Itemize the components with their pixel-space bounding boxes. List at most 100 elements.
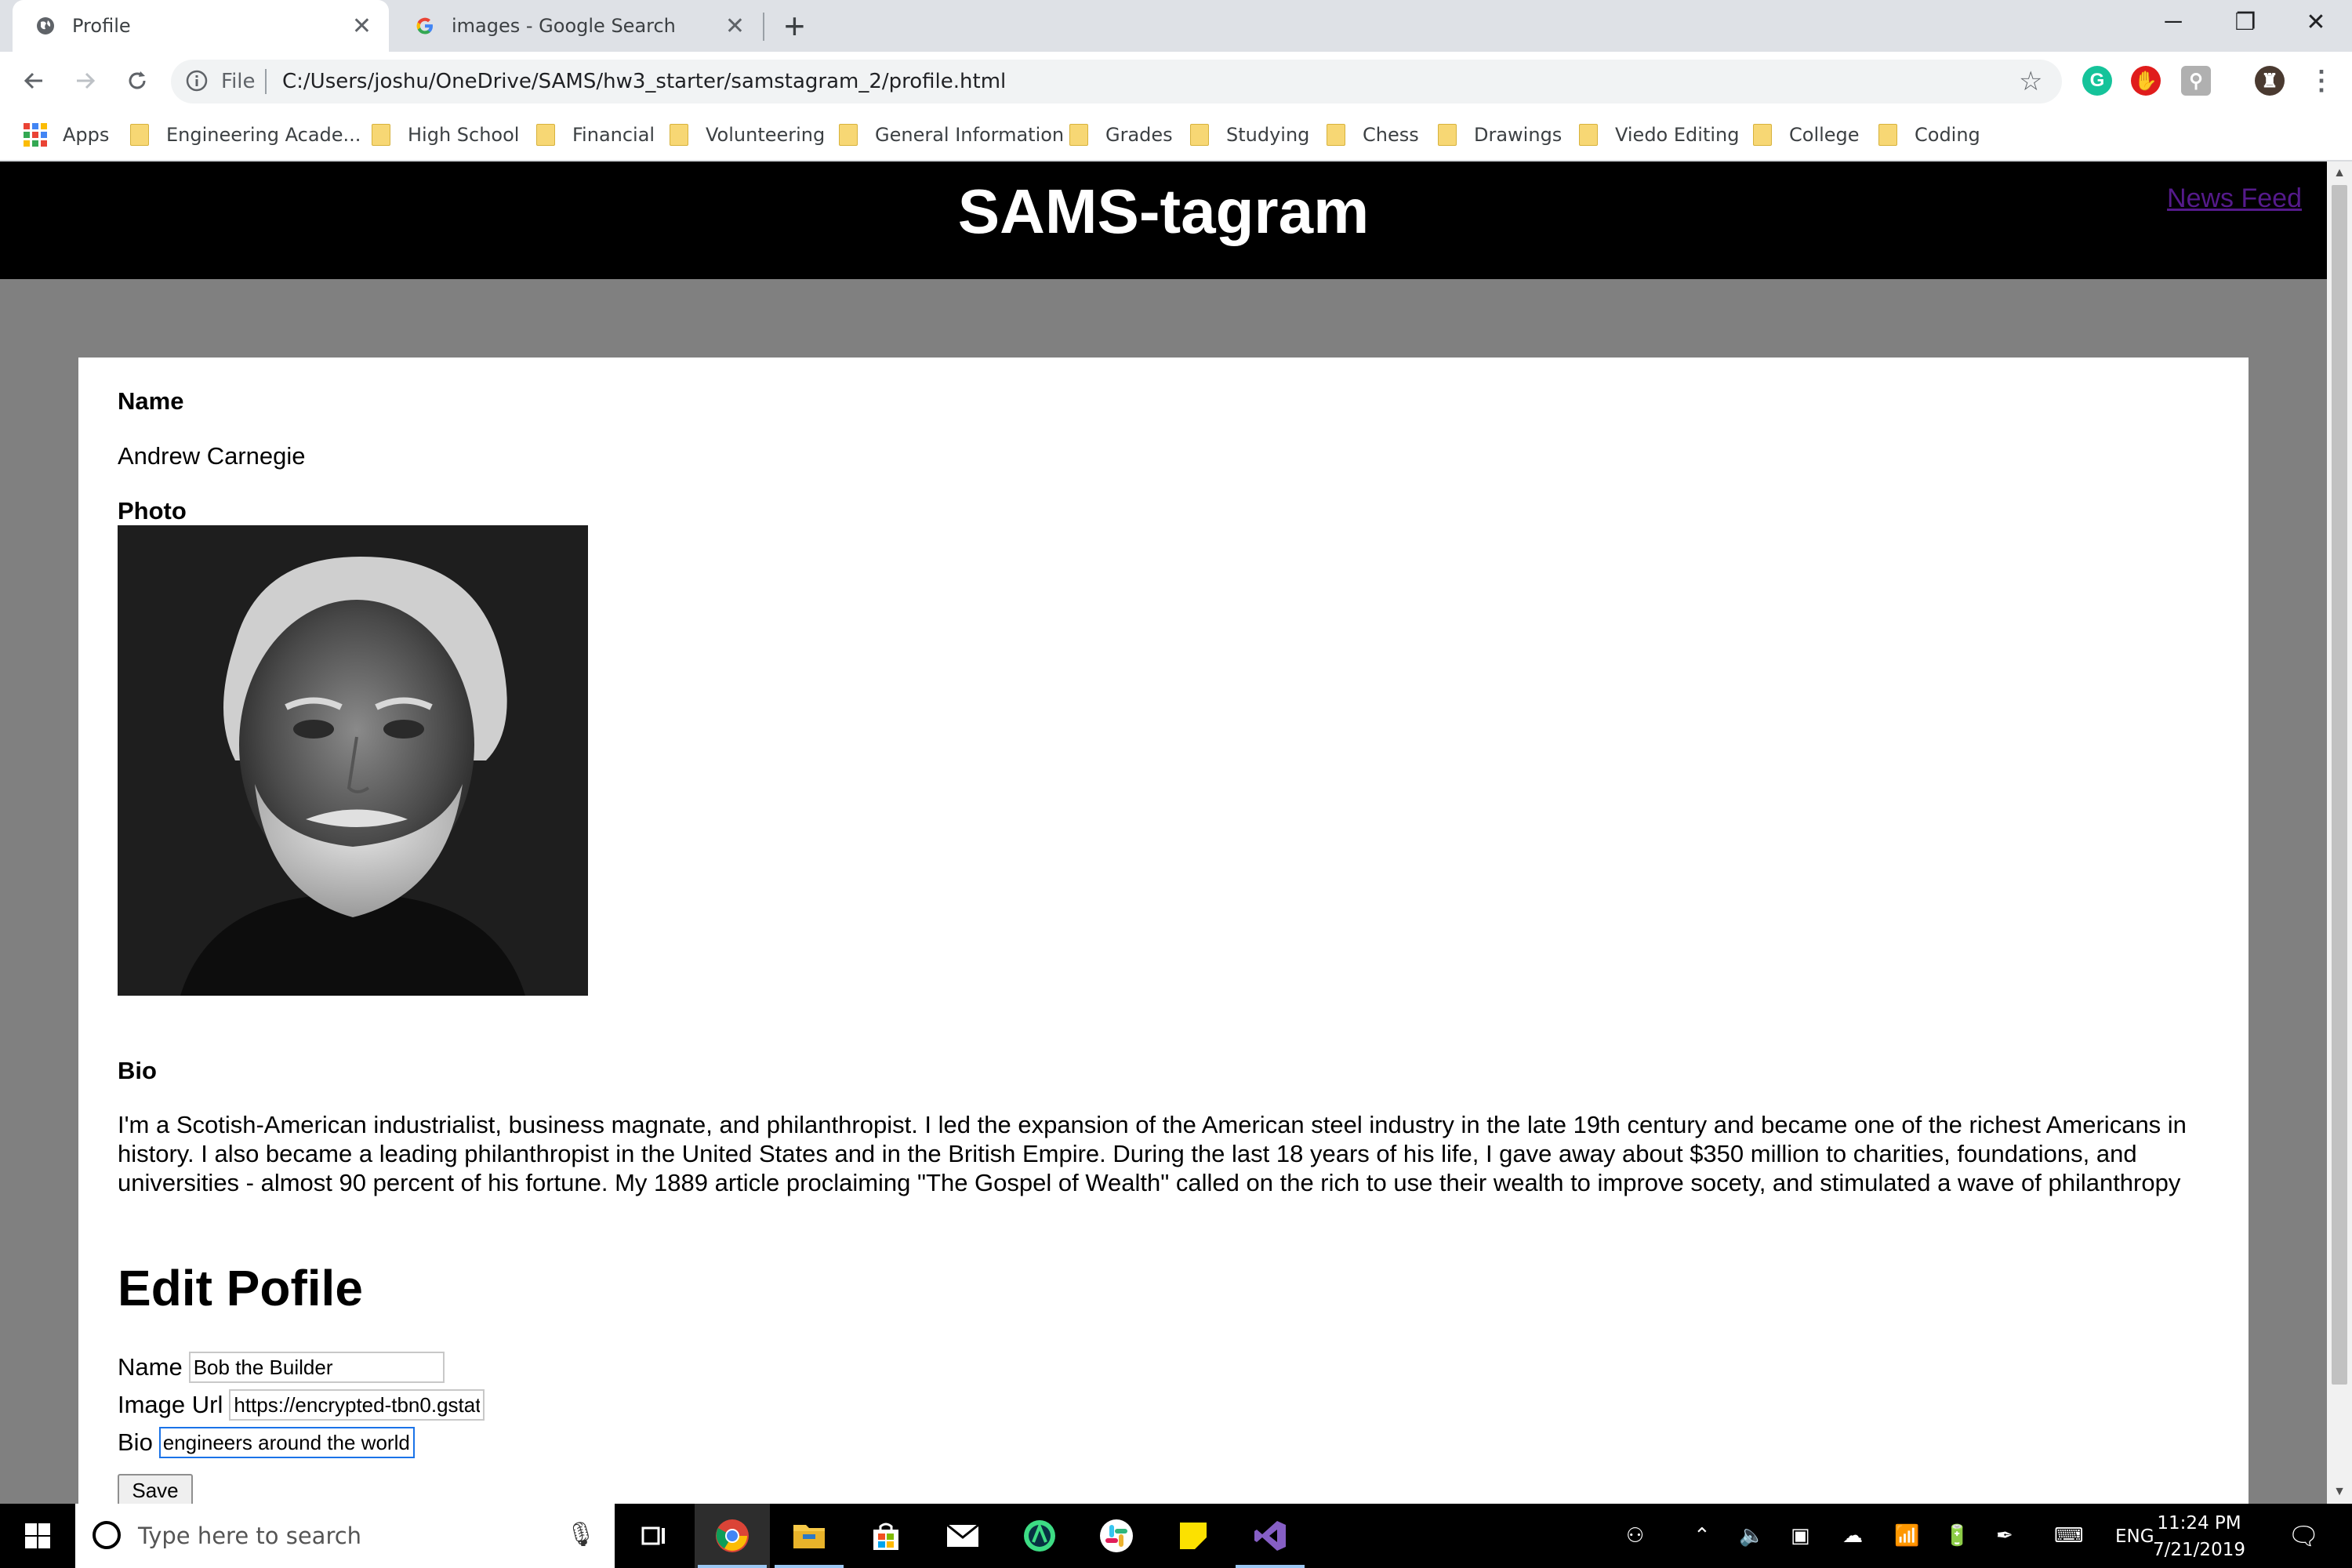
- profile-name: Andrew Carnegie: [118, 442, 306, 470]
- bookmark-folder[interactable]: General Information: [839, 110, 1064, 160]
- chrome-taskbar-icon[interactable]: [695, 1504, 770, 1568]
- active-app-indicator: [698, 1565, 767, 1568]
- system-clock[interactable]: 11:24 PM 7/21/2019: [2148, 1510, 2250, 1563]
- file-explorer-icon[interactable]: [771, 1504, 847, 1568]
- forward-arrow-icon[interactable]: [66, 61, 105, 100]
- bookmark-label: Chess: [1363, 124, 1419, 146]
- bookmark-folder[interactable]: Coding: [1878, 110, 1980, 160]
- sticky-notes-icon[interactable]: [1156, 1504, 1231, 1568]
- scrollbar-thumb[interactable]: [2332, 185, 2347, 1385]
- page-scrollbar[interactable]: ▲ ▼: [2327, 162, 2352, 1504]
- site-title: SAMS-tagram: [957, 176, 1370, 246]
- tab-google-search[interactable]: images - Google Search ✕: [392, 0, 762, 52]
- address-bar[interactable]: File C:/Users/joshu/OneDrive/SAMS/hw3_st…: [171, 60, 2062, 103]
- reload-icon[interactable]: [118, 61, 157, 100]
- bookmark-label: Drawings: [1474, 124, 1563, 146]
- restore-icon[interactable]: ❐: [2209, 0, 2281, 44]
- taskbar-search-box[interactable]: Type here to search 🎙: [75, 1504, 615, 1568]
- address-separator: [265, 69, 267, 94]
- touch-keyboard-icon[interactable]: ⌨: [2054, 1524, 2084, 1548]
- scroll-up-arrow-icon[interactable]: ▲: [2327, 166, 2352, 180]
- tab-title: Profile: [72, 15, 131, 37]
- close-window-icon[interactable]: ✕: [2280, 0, 2352, 44]
- slack-icon[interactable]: [1079, 1504, 1154, 1568]
- news-feed-link[interactable]: News Feed: [2167, 183, 2302, 214]
- extension-puzzle-icon[interactable]: ⚲: [2181, 66, 2211, 96]
- windows-taskbar: Type here to search 🎙 ⚇ ⌃ 🔈 ▣ ☁ 📶 🔋 ✒ ⌨ …: [0, 1504, 2352, 1568]
- bookmark-folder[interactable]: Chess: [1327, 110, 1419, 160]
- folder-icon: [130, 124, 149, 146]
- clock-date: 7/21/2019: [2153, 1540, 2245, 1560]
- microphone-icon[interactable]: 🎙: [566, 1521, 596, 1548]
- url-text[interactable]: C:/Users/joshu/OneDrive/SAMS/hw3_starter…: [282, 70, 1006, 93]
- active-app-indicator: [775, 1565, 844, 1568]
- profile-avatar-icon[interactable]: ♜: [2255, 66, 2285, 96]
- tab-divider: [763, 13, 764, 41]
- site-header: SAMS-tagram News Feed: [0, 162, 2327, 279]
- bookmark-star-icon[interactable]: ☆: [2019, 66, 2042, 97]
- clock-time: 11:24 PM: [2157, 1513, 2241, 1534]
- people-icon[interactable]: ⚇: [1626, 1524, 1644, 1548]
- grammarly-extension-icon[interactable]: G: [2082, 66, 2112, 96]
- bookmark-folder[interactable]: Viedo Editing: [1579, 110, 1739, 160]
- folder-icon: [1753, 124, 1772, 146]
- bookmark-folder[interactable]: Engineering Acade...: [130, 110, 361, 160]
- bookmark-folder[interactable]: Financial: [536, 110, 655, 160]
- bio-input[interactable]: [158, 1427, 415, 1458]
- edit-name-input[interactable]: [188, 1352, 445, 1383]
- display-icon[interactable]: ▣: [1791, 1524, 1810, 1548]
- bookmark-folder[interactable]: High School: [372, 110, 519, 160]
- bookmark-folder[interactable]: Drawings: [1438, 110, 1562, 160]
- new-tab-plus-icon[interactable]: +: [784, 5, 805, 47]
- pen-ink-icon[interactable]: ✒: [1996, 1524, 2013, 1548]
- microsoft-store-icon[interactable]: [848, 1504, 924, 1568]
- edit-image-row: Image Url: [118, 1389, 485, 1421]
- bookmark-apps[interactable]: Apps: [24, 110, 109, 160]
- show-hidden-icons-chevron-icon[interactable]: ⌃: [1693, 1524, 1711, 1548]
- bookmark-label: High School: [408, 124, 520, 146]
- save-button[interactable]: Save: [118, 1474, 193, 1504]
- adblock-extension-icon[interactable]: ✋: [2131, 66, 2161, 96]
- bookmark-folder[interactable]: College: [1753, 110, 1860, 160]
- tab-title: images - Google Search: [452, 15, 676, 37]
- tab-profile[interactable]: Profile ✕: [13, 0, 389, 52]
- minimize-icon[interactable]: ─: [2137, 0, 2209, 44]
- bookmark-folder[interactable]: Studying: [1190, 110, 1309, 160]
- volume-icon[interactable]: 🔈: [1739, 1524, 1764, 1548]
- bookmark-label: Financial: [572, 124, 655, 146]
- back-arrow-icon[interactable]: [14, 61, 53, 100]
- image-url-input[interactable]: [229, 1389, 485, 1421]
- bookmark-folder[interactable]: Volunteering: [670, 110, 825, 160]
- browser-tab-strip: Profile ✕ images - Google Search ✕ + ─ ❐…: [0, 0, 2352, 52]
- info-icon[interactable]: [185, 69, 209, 96]
- bookmarks-bar: Apps Engineering Acade... High School Fi…: [0, 110, 2352, 162]
- action-center-icon[interactable]: 🗨: [2288, 1521, 2320, 1551]
- folder-icon: [536, 124, 555, 146]
- bookmark-label: College: [1789, 124, 1860, 146]
- edit-profile-heading: Edit Pofile: [118, 1260, 363, 1316]
- edit-bio-row: Bio: [118, 1427, 415, 1458]
- edit-bio-label: Bio: [118, 1428, 153, 1456]
- wifi-icon[interactable]: 📶: [1894, 1524, 1919, 1548]
- photo-label: Photo: [118, 497, 187, 524]
- page-viewport: SAMS-tagram News Feed Name Andrew Carneg…: [0, 162, 2327, 1504]
- windows-start-icon[interactable]: [0, 1504, 75, 1568]
- close-tab-icon[interactable]: ✕: [352, 13, 372, 40]
- google-icon: [414, 15, 436, 37]
- visual-studio-icon[interactable]: [1232, 1504, 1308, 1568]
- android-studio-icon[interactable]: [1002, 1504, 1077, 1568]
- folder-icon: [670, 124, 688, 146]
- onedrive-cloud-icon[interactable]: ☁: [1842, 1524, 1863, 1548]
- profile-bio: I'm a Scotish-American industrialist, bu…: [118, 1111, 2187, 1196]
- folder-icon: [1579, 124, 1598, 146]
- bookmark-folder[interactable]: Grades: [1069, 110, 1173, 160]
- close-tab-icon[interactable]: ✕: [725, 13, 745, 40]
- scroll-down-arrow-icon[interactable]: ▼: [2327, 1485, 2352, 1499]
- battery-icon[interactable]: 🔋: [1944, 1524, 1969, 1548]
- mail-icon[interactable]: [925, 1504, 1000, 1568]
- chrome-menu-icon[interactable]: ⋮: [2307, 66, 2336, 96]
- folder-icon: [839, 124, 858, 146]
- task-view-icon[interactable]: [616, 1504, 691, 1568]
- cortana-circle-icon: [91, 1519, 122, 1555]
- bookmark-label: Grades: [1105, 124, 1173, 146]
